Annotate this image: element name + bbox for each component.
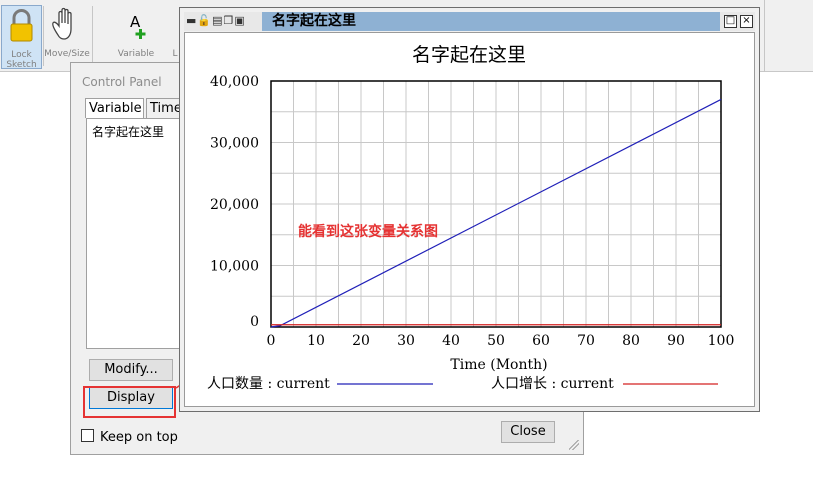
x-tick-label: 90: [667, 333, 685, 349]
annotation-text: 能看到这张变量关系图: [298, 223, 438, 240]
variable-tool[interactable]: A Variable: [116, 5, 156, 69]
legend-label: 人口数量 : current: [207, 376, 330, 392]
x-tick-label: 20: [352, 333, 370, 349]
print-icon[interactable]: ▤: [212, 14, 223, 27]
y-tick-label: 40,000: [210, 74, 259, 90]
maximize-icon[interactable]: □: [724, 15, 737, 28]
x-tick-label: 100: [708, 333, 735, 349]
x-axis-label: Time (Month): [450, 357, 547, 373]
line-chart: 名字起在这里 0 10,000 20,000 30,000 40,000 0 10 20 30…: [207, 44, 735, 392]
keep-on-top-checkbox[interactable]: [81, 429, 94, 442]
variable-list[interactable]: 名字起在这里: [86, 118, 182, 349]
close-icon[interactable]: ×: [740, 15, 753, 28]
hand-icon: [52, 7, 72, 40]
highlight-box: [83, 386, 176, 418]
variable-label: Variable: [117, 49, 155, 59]
list-item[interactable]: 名字起在这里: [92, 123, 164, 140]
legend-label: 人口增长 : current: [491, 376, 614, 392]
graph-window-titlebar: ▬🔓▤❐▣ 名字起在这里 □ ×: [184, 12, 755, 31]
y-tick-label: 20,000: [210, 197, 259, 213]
minimize-icon[interactable]: ▬: [186, 14, 197, 27]
lock-icon: [10, 9, 33, 42]
control-panel-title: Control Panel: [82, 75, 162, 89]
x-tick-label: 70: [577, 333, 595, 349]
copy-icon[interactable]: ❐: [224, 14, 235, 27]
keep-on-top-label: Keep on top: [100, 430, 178, 445]
save-icon[interactable]: ▣: [234, 14, 245, 27]
lock-icon[interactable]: 🔓: [197, 14, 212, 27]
x-tick-label: 80: [622, 333, 640, 349]
move-size-tool[interactable]: Move/Size: [44, 5, 90, 69]
x-tick-label: 10: [307, 333, 325, 349]
toolbar-separator: [92, 6, 93, 66]
modify-button[interactable]: Modify...: [89, 359, 173, 381]
add-variable-icon: A: [130, 13, 146, 39]
graph-window: ▬🔓▤❐▣ 名字起在这里 □ × 名字起在这里 0 10,000 20,000 30,…: [179, 7, 760, 412]
y-tick-label: 30,000: [210, 136, 259, 152]
lock-label-line1: Lock: [11, 50, 32, 60]
close-button[interactable]: Close: [501, 421, 555, 443]
chart-title: 名字起在这里: [412, 44, 526, 66]
tab-variable[interactable]: Variable: [85, 98, 144, 118]
toolbar-separator: [764, 0, 765, 72]
lock-sketch-tool[interactable]: Lock Sketch: [1, 5, 42, 70]
graph-canvas: 名字起在这里 0 10,000 20,000 30,000 40,000 0 10 20 30…: [184, 32, 755, 407]
y-tick-label: 0: [250, 314, 259, 330]
move-size-label: Move/Size: [44, 49, 90, 59]
y-tick-label: 10,000: [210, 259, 259, 275]
x-tick-label: 0: [267, 333, 276, 349]
x-tick-label: 30: [397, 333, 415, 349]
variable-glyph: A: [130, 13, 141, 31]
graph-window-title: 名字起在这里: [262, 12, 720, 31]
lock-label-line2: Sketch: [6, 60, 37, 70]
keep-on-top[interactable]: Keep on top: [81, 429, 178, 445]
x-tick-label: 40: [442, 333, 460, 349]
x-tick-label: 50: [487, 333, 505, 349]
resize-grip-icon[interactable]: [569, 440, 579, 450]
graph-toolbar: ▬🔓▤❐▣: [186, 14, 246, 27]
x-tick-label: 60: [532, 333, 550, 349]
